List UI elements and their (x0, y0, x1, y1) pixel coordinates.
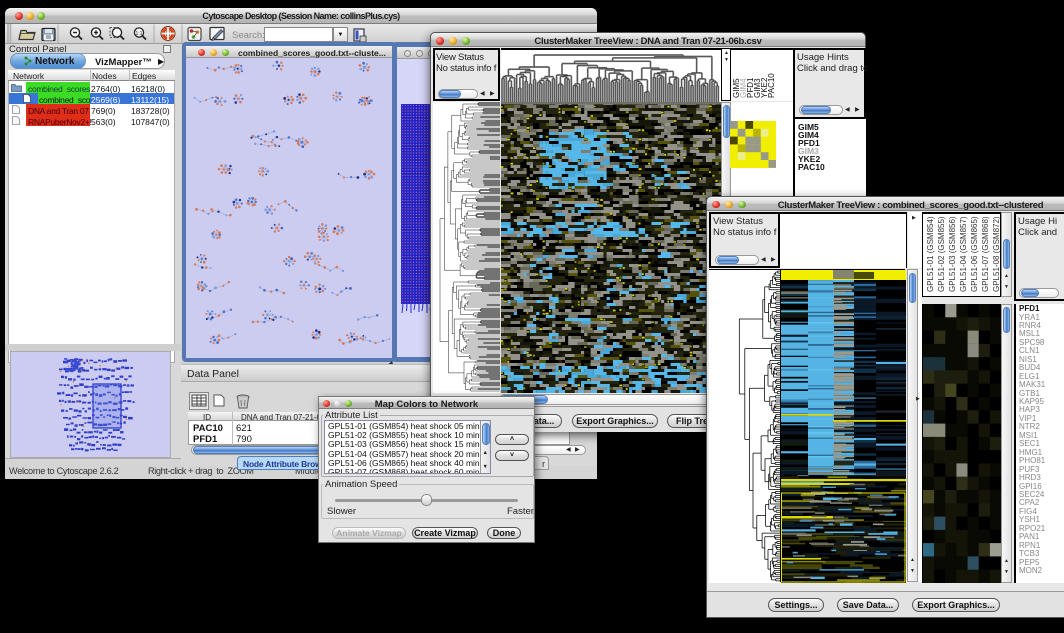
svg-text:1:1: 1:1 (136, 31, 143, 37)
